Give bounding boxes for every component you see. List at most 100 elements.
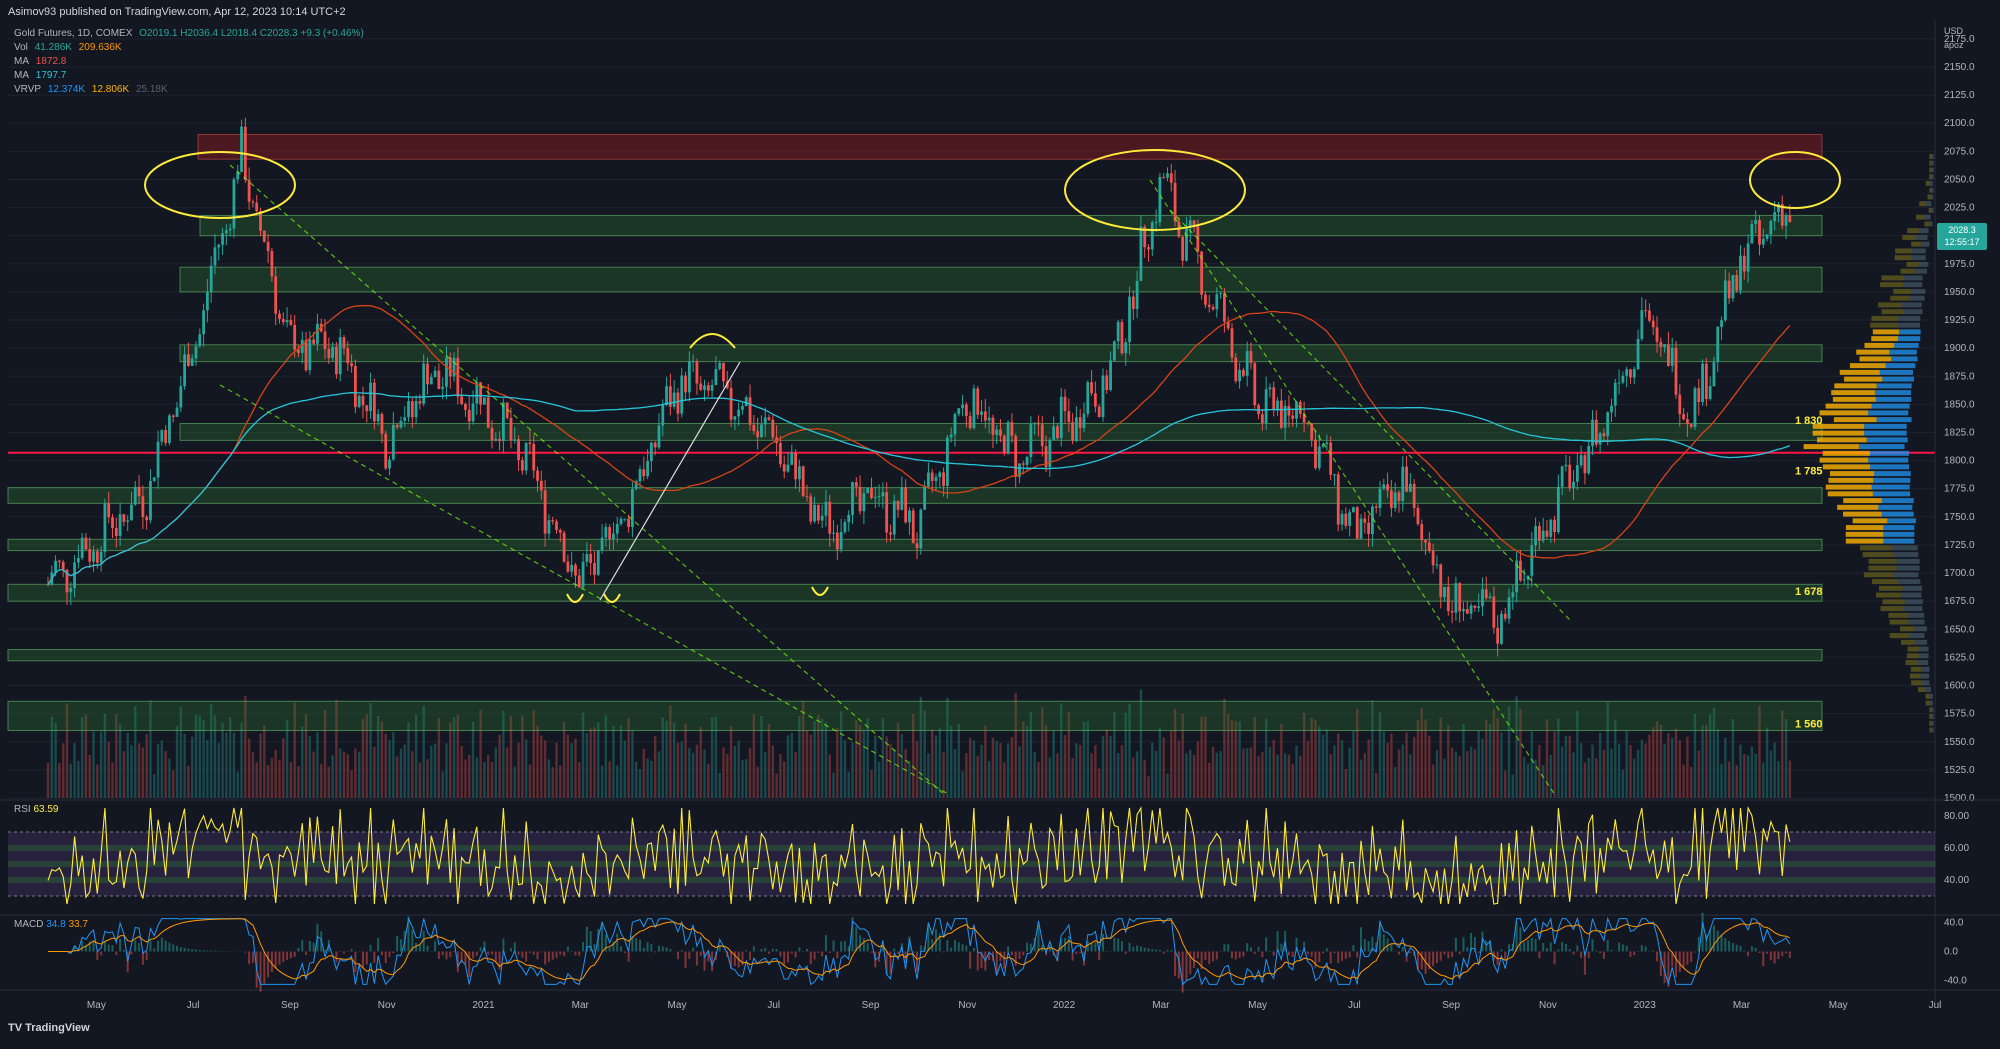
candle-body: [623, 519, 626, 520]
price-chart[interactable]: 1 8301 7851 6781 560 2175.02150.02125.02…: [0, 0, 2000, 1044]
macd-histogram-bar: [214, 951, 216, 952]
macd-histogram-bar: [1174, 952, 1176, 977]
candle-body: [141, 496, 144, 517]
candle-body: [1033, 423, 1036, 425]
macd-tick: 40.0: [1944, 917, 1964, 928]
macd-histogram-bar: [1633, 952, 1635, 956]
volume-bar: [806, 730, 808, 798]
candle-body: [331, 347, 334, 358]
legend-vol-row[interactable]: Vol 41.286K 209.636K: [14, 42, 126, 53]
macd-histogram-bar: [275, 952, 277, 968]
macd-histogram-bar: [400, 939, 402, 951]
legend-symbol[interactable]: Gold Futures, 1D, COMEX: [14, 28, 132, 39]
macd-histogram-bar: [1728, 941, 1730, 952]
candle-body: [1538, 526, 1541, 541]
candle-body: [544, 490, 547, 533]
candle-body: [574, 565, 577, 576]
volume-profile-bar: [1898, 316, 1920, 321]
support-zone[interactable]: [180, 267, 1822, 292]
volume-bar: [965, 753, 967, 798]
tradingview-logo[interactable]: TV TradingView: [8, 1022, 90, 1034]
candle-body: [1701, 364, 1704, 402]
macd-histogram-bar: [821, 952, 823, 957]
volume-bar: [309, 736, 311, 798]
candle-body: [768, 417, 771, 419]
currency-label: USD: [1944, 24, 1964, 38]
candle-body: [214, 247, 217, 265]
macd-histogram-bar: [1208, 952, 1210, 964]
macd-histogram-bar: [248, 952, 250, 965]
candle-body: [844, 522, 847, 532]
support-zone[interactable]: [8, 650, 1822, 661]
macd-histogram-bar: [1352, 945, 1354, 951]
macd-histogram-bar: [472, 952, 474, 959]
resistance-zone[interactable]: [198, 134, 1822, 159]
macd-histogram-bar: [1106, 951, 1108, 952]
macd-histogram-bar: [958, 942, 960, 951]
support-zone[interactable]: [8, 488, 1822, 504]
macd-histogram-bar: [1721, 935, 1723, 952]
volume-bar: [1045, 725, 1047, 798]
legend-vrvp-row[interactable]: VRVP 12.374K 12.806K 25.18K: [14, 84, 172, 95]
candle-body: [870, 488, 873, 498]
level-label: 1 678: [1795, 586, 1823, 598]
legend-ma1-row[interactable]: MA 1872.8: [14, 56, 70, 67]
chart-canvas[interactable]: 1 8301 7851 6781 560 2175.02150.02125.02…: [0, 0, 2000, 1044]
macd-histogram-bar: [973, 948, 975, 951]
volume-bar: [874, 735, 876, 798]
volume-bar: [339, 749, 341, 798]
candle-body: [1219, 293, 1222, 294]
macd-histogram-bar: [1485, 941, 1487, 952]
candle-body: [589, 554, 592, 563]
macd-histogram-bar: [1538, 952, 1540, 959]
macd-label[interactable]: MACD 34.8 33.7: [14, 919, 88, 930]
volume-bar: [1136, 751, 1138, 798]
volume-profile-bar: [1929, 174, 1931, 179]
support-zone[interactable]: [8, 701, 1822, 730]
volume-bar: [1553, 731, 1555, 798]
price-tick: 1975.0: [1944, 259, 1975, 270]
time-tick: 2022: [1053, 1000, 1076, 1011]
candle-body: [1580, 455, 1583, 465]
rsi-label[interactable]: RSI 63.59: [14, 804, 59, 815]
volume-bar: [779, 754, 781, 798]
candle-body: [1360, 519, 1363, 539]
volume-bar: [540, 736, 542, 798]
macd-histogram-bar: [324, 950, 326, 952]
volume-bar: [1599, 733, 1601, 798]
support-zone[interactable]: [8, 539, 1822, 550]
macd-histogram-bar: [616, 934, 618, 952]
volume-bar: [491, 762, 493, 798]
volume-profile-bar: [1876, 593, 1901, 598]
macd-histogram-bar: [1402, 947, 1404, 952]
support-zone[interactable]: [200, 215, 1822, 235]
volume-bar: [347, 754, 349, 798]
macd-histogram-bar: [943, 952, 945, 953]
time-tick: Mar: [1733, 1000, 1751, 1011]
volume-profile-bar: [1916, 235, 1927, 240]
volume-bar: [1686, 737, 1688, 798]
candle-body: [58, 561, 61, 562]
candle-body: [817, 505, 820, 521]
legend-ma2-row[interactable]: MA 1797.7: [14, 70, 70, 81]
volume-profile-bar: [1890, 633, 1909, 638]
volume-bar: [297, 766, 299, 798]
macd-histogram-bar: [1239, 952, 1241, 958]
candle-body: [1447, 587, 1450, 611]
macd-histogram-bar: [1580, 952, 1582, 959]
candle-body: [92, 551, 95, 561]
volume-bar: [126, 733, 128, 798]
volume-profile-bar: [1894, 343, 1918, 348]
candle-body: [502, 402, 505, 441]
macd-histogram-bar: [187, 949, 189, 952]
volume-bar: [1481, 739, 1483, 798]
candle-body: [1223, 293, 1226, 321]
macd-histogram-bar: [1223, 944, 1225, 951]
volume-bar: [927, 753, 929, 798]
volume-profile-bar: [1820, 410, 1869, 415]
volume-bar: [1337, 734, 1339, 798]
macd-histogram-bar: [1125, 952, 1127, 954]
volume-profile-bar: [1902, 302, 1922, 307]
support-zone[interactable]: [180, 345, 1822, 362]
volume-bar: [1292, 764, 1294, 798]
